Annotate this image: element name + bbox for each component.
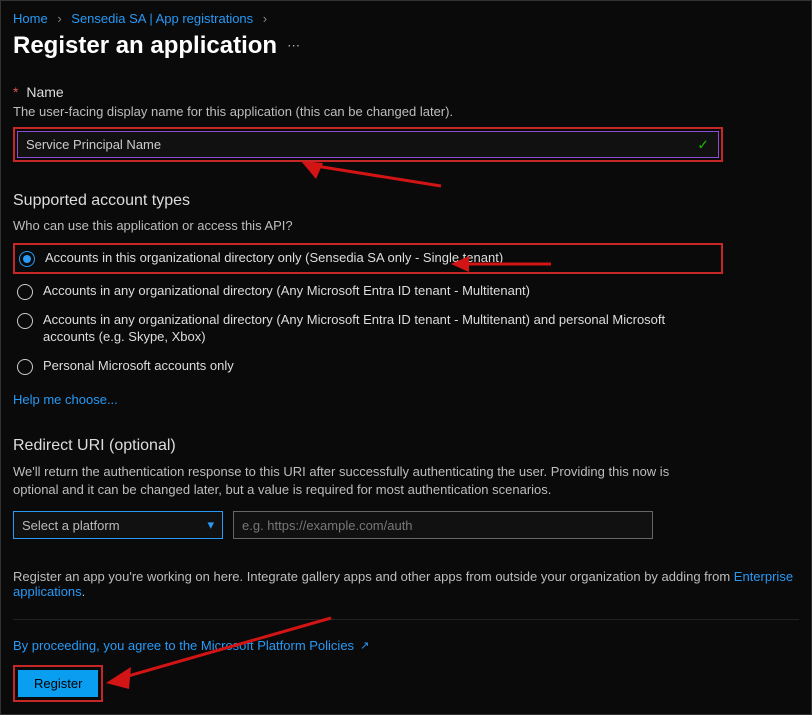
radio-single-tenant[interactable]: Accounts in this organizational director… [13,243,723,274]
register-highlight: Register [13,665,103,702]
breadcrumb: Home › Sensedia SA | App registrations › [13,11,799,32]
name-label: Name [26,84,63,100]
radio-label: Personal Microsoft accounts only [43,358,719,375]
radio-label: Accounts in any organizational directory… [43,283,719,300]
help-me-choose-link[interactable]: Help me choose... [13,392,118,407]
check-icon: ✓ [697,136,709,153]
redirect-heading: Redirect URI (optional) [13,437,799,455]
account-types-heading: Supported account types [13,192,799,210]
footer-note: Register an app you're working on here. … [13,569,799,620]
platform-policies-link[interactable]: By proceeding, you agree to the Microsof… [13,638,354,653]
platform-select[interactable]: Select a platform ▾ [13,511,223,539]
radio-icon [19,251,35,267]
radio-personal-only[interactable]: Personal Microsoft accounts only [13,355,723,378]
radio-multitenant-personal[interactable]: Accounts in any organizational directory… [13,309,723,349]
footer-note-text: Register an app you're working on here. … [13,569,734,584]
name-help: The user-facing display name for this ap… [13,104,799,119]
name-input-highlight: ✓ [13,127,723,162]
platform-select-value: Select a platform [22,518,120,533]
breadcrumb-tenant[interactable]: Sensedia SA | App registrations [71,11,253,26]
redirect-uri-input[interactable] [233,511,653,539]
radio-multitenant[interactable]: Accounts in any organizational directory… [13,280,723,303]
more-icon[interactable]: ⋯ [287,38,300,54]
radio-icon [17,284,33,300]
footer-note-period: . [82,584,86,599]
chevron-right-icon: › [57,11,61,26]
register-button[interactable]: Register [18,670,98,697]
chevron-down-icon: ▾ [207,517,214,533]
name-input[interactable] [17,131,719,158]
account-types-radio-group: Accounts in this organizational director… [13,243,723,378]
required-indicator: * [13,84,18,100]
page-title: Register an application [13,32,277,60]
radio-icon [17,313,33,329]
radio-label: Accounts in any organizational directory… [43,312,719,346]
external-link-icon: ↗ [360,639,369,652]
account-types-sub: Who can use this application or access t… [13,218,799,233]
radio-label: Accounts in this organizational director… [45,250,717,267]
chevron-right-icon: › [263,11,267,26]
redirect-desc: We'll return the authentication response… [13,463,713,499]
breadcrumb-home[interactable]: Home [13,11,48,26]
radio-icon [17,359,33,375]
